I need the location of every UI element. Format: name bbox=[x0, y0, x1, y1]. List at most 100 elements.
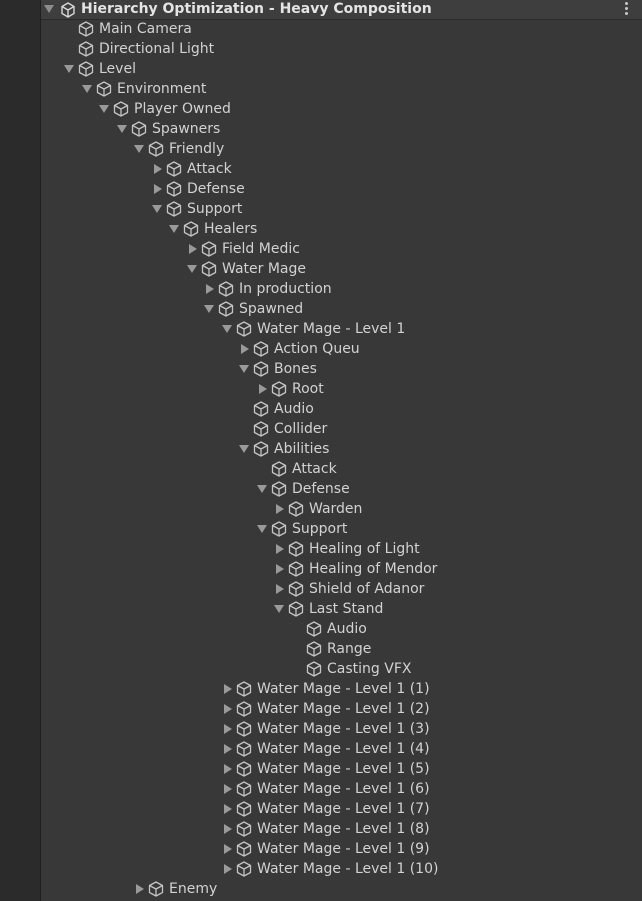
foldout-collapsed-icon[interactable] bbox=[132, 879, 146, 899]
hierarchy-row[interactable]: Water Mage - Level 1 (8) bbox=[0, 819, 642, 839]
foldout-collapsed-icon[interactable] bbox=[150, 179, 164, 199]
hierarchy-row[interactable]: Defense bbox=[0, 479, 642, 499]
gameobject-cube-icon bbox=[270, 460, 288, 478]
hierarchy-row[interactable]: Shield of Adanor bbox=[0, 579, 642, 599]
foldout-expanded-icon[interactable] bbox=[167, 219, 181, 239]
gameobject-label: Casting VFX bbox=[327, 661, 412, 677]
foldout-collapsed-icon[interactable] bbox=[237, 339, 251, 359]
gameobject-label: Support bbox=[187, 201, 243, 217]
foldout-collapsed-icon[interactable] bbox=[150, 159, 164, 179]
foldout-collapsed-icon[interactable] bbox=[220, 839, 234, 859]
gameobject-cube-icon bbox=[77, 40, 95, 58]
hierarchy-row[interactable]: Water Mage - Level 1 (5) bbox=[0, 759, 642, 779]
hierarchy-row[interactable]: Audio bbox=[0, 619, 642, 639]
hierarchy-row[interactable]: In production bbox=[0, 279, 642, 299]
hierarchy-row[interactable]: Range bbox=[0, 639, 642, 659]
foldout-expanded-icon[interactable] bbox=[237, 439, 251, 459]
gameobject-label: Defense bbox=[292, 481, 350, 497]
foldout-collapsed-icon[interactable] bbox=[272, 579, 286, 599]
gameobject-label: Water Mage - Level 1 (8) bbox=[257, 821, 430, 837]
hierarchy-row[interactable]: Attack bbox=[0, 159, 642, 179]
foldout-collapsed-icon[interactable] bbox=[185, 239, 199, 259]
hierarchy-row[interactable]: Last Stand bbox=[0, 599, 642, 619]
hierarchy-row[interactable]: Warden bbox=[0, 499, 642, 519]
foldout-collapsed-icon[interactable] bbox=[220, 679, 234, 699]
hierarchy-row[interactable]: Enemy bbox=[0, 879, 642, 899]
foldout-collapsed-icon[interactable] bbox=[220, 859, 234, 879]
foldout-collapsed-icon[interactable] bbox=[255, 379, 269, 399]
hierarchy-row[interactable]: Friendly bbox=[0, 139, 642, 159]
hierarchy-row[interactable]: Water Mage - Level 1 (6) bbox=[0, 779, 642, 799]
foldout-expanded-icon[interactable] bbox=[80, 79, 94, 99]
scene-header[interactable]: Hierarchy Optimization - Heavy Compositi… bbox=[41, 0, 642, 20]
hierarchy-row[interactable]: Support bbox=[0, 199, 642, 219]
foldout-expanded-icon[interactable] bbox=[115, 119, 129, 139]
gameobject-label: Directional Light bbox=[99, 41, 215, 57]
foldout-collapsed-icon[interactable] bbox=[220, 739, 234, 759]
hierarchy-row[interactable]: Water Mage - Level 1 (10) bbox=[0, 859, 642, 879]
hierarchy-row[interactable]: Healers bbox=[0, 219, 642, 239]
hierarchy-row[interactable]: Healing of Light bbox=[0, 539, 642, 559]
hierarchy-row[interactable]: Water Mage - Level 1 (1) bbox=[0, 679, 642, 699]
hierarchy-row[interactable]: Level bbox=[0, 59, 642, 79]
gameobject-cube-icon bbox=[77, 20, 95, 38]
hierarchy-row[interactable]: Casting VFX bbox=[0, 659, 642, 679]
hierarchy-row[interactable]: Root bbox=[0, 379, 642, 399]
hierarchy-row[interactable]: Water Mage - Level 1 (2) bbox=[0, 699, 642, 719]
foldout-collapsed-icon[interactable] bbox=[220, 759, 234, 779]
hierarchy-row[interactable]: Water Mage - Level 1 (3) bbox=[0, 719, 642, 739]
foldout-expanded-icon[interactable] bbox=[150, 199, 164, 219]
foldout-collapsed-icon[interactable] bbox=[220, 719, 234, 739]
foldout-expanded-icon[interactable] bbox=[220, 319, 234, 339]
hierarchy-row[interactable]: Directional Light bbox=[0, 39, 642, 59]
foldout-expanded-icon[interactable] bbox=[185, 259, 199, 279]
foldout-collapsed-icon[interactable] bbox=[220, 699, 234, 719]
foldout-collapsed-icon[interactable] bbox=[220, 779, 234, 799]
foldout-collapsed-icon[interactable] bbox=[220, 819, 234, 839]
hierarchy-row[interactable]: Collider bbox=[0, 419, 642, 439]
kebab-menu-icon[interactable] bbox=[624, 2, 630, 17]
hierarchy-row[interactable]: Water Mage - Level 1 (4) bbox=[0, 739, 642, 759]
hierarchy-row[interactable]: Field Medic bbox=[0, 239, 642, 259]
hierarchy-row[interactable]: Water Mage bbox=[0, 259, 642, 279]
hierarchy-row[interactable]: Water Mage - Level 1 bbox=[0, 319, 642, 339]
foldout-expanded-icon[interactable] bbox=[255, 479, 269, 499]
scene-foldout-arrow-icon[interactable] bbox=[44, 5, 54, 13]
gameobject-cube-icon bbox=[287, 540, 305, 558]
foldout-collapsed-icon[interactable] bbox=[272, 559, 286, 579]
foldout-collapsed-icon[interactable] bbox=[272, 539, 286, 559]
foldout-collapsed-icon[interactable] bbox=[202, 279, 216, 299]
foldout-collapsed-icon[interactable] bbox=[220, 799, 234, 819]
hierarchy-row[interactable]: Support bbox=[0, 519, 642, 539]
hierarchy-row[interactable]: Bones bbox=[0, 359, 642, 379]
hierarchy-row[interactable]: Main Camera bbox=[0, 19, 642, 39]
gameobject-cube-icon bbox=[235, 840, 253, 858]
hierarchy-row[interactable]: Healing of Mendor bbox=[0, 559, 642, 579]
hierarchy-row[interactable]: Audio bbox=[0, 399, 642, 419]
hierarchy-row[interactable]: Abilities bbox=[0, 439, 642, 459]
hierarchy-row[interactable]: Defense bbox=[0, 179, 642, 199]
hierarchy-row[interactable]: Water Mage - Level 1 (9) bbox=[0, 839, 642, 859]
foldout-collapsed-icon[interactable] bbox=[272, 499, 286, 519]
hierarchy-row[interactable]: Spawned bbox=[0, 299, 642, 319]
hierarchy-tree: Main Camera Directional Light Level Environ… bbox=[0, 19, 642, 899]
gameobject-cube-icon bbox=[305, 640, 323, 658]
gameobject-cube-icon bbox=[287, 500, 305, 518]
hierarchy-row[interactable]: Player Owned bbox=[0, 99, 642, 119]
hierarchy-row[interactable]: Action Queu bbox=[0, 339, 642, 359]
gameobject-cube-icon bbox=[235, 860, 253, 878]
gameobject-cube-icon bbox=[217, 300, 235, 318]
hierarchy-row[interactable]: Attack bbox=[0, 459, 642, 479]
foldout-expanded-icon[interactable] bbox=[202, 299, 216, 319]
gameobject-label: Water Mage - Level 1 (10) bbox=[257, 861, 439, 877]
foldout-expanded-icon[interactable] bbox=[97, 99, 111, 119]
foldout-expanded-icon[interactable] bbox=[272, 599, 286, 619]
foldout-expanded-icon[interactable] bbox=[132, 139, 146, 159]
foldout-expanded-icon[interactable] bbox=[237, 359, 251, 379]
hierarchy-row[interactable]: Water Mage - Level 1 (7) bbox=[0, 799, 642, 819]
hierarchy-row[interactable]: Spawners bbox=[0, 119, 642, 139]
foldout-expanded-icon[interactable] bbox=[62, 59, 76, 79]
gameobject-label: Spawned bbox=[239, 301, 304, 317]
hierarchy-row[interactable]: Environment bbox=[0, 79, 642, 99]
foldout-expanded-icon[interactable] bbox=[255, 519, 269, 539]
